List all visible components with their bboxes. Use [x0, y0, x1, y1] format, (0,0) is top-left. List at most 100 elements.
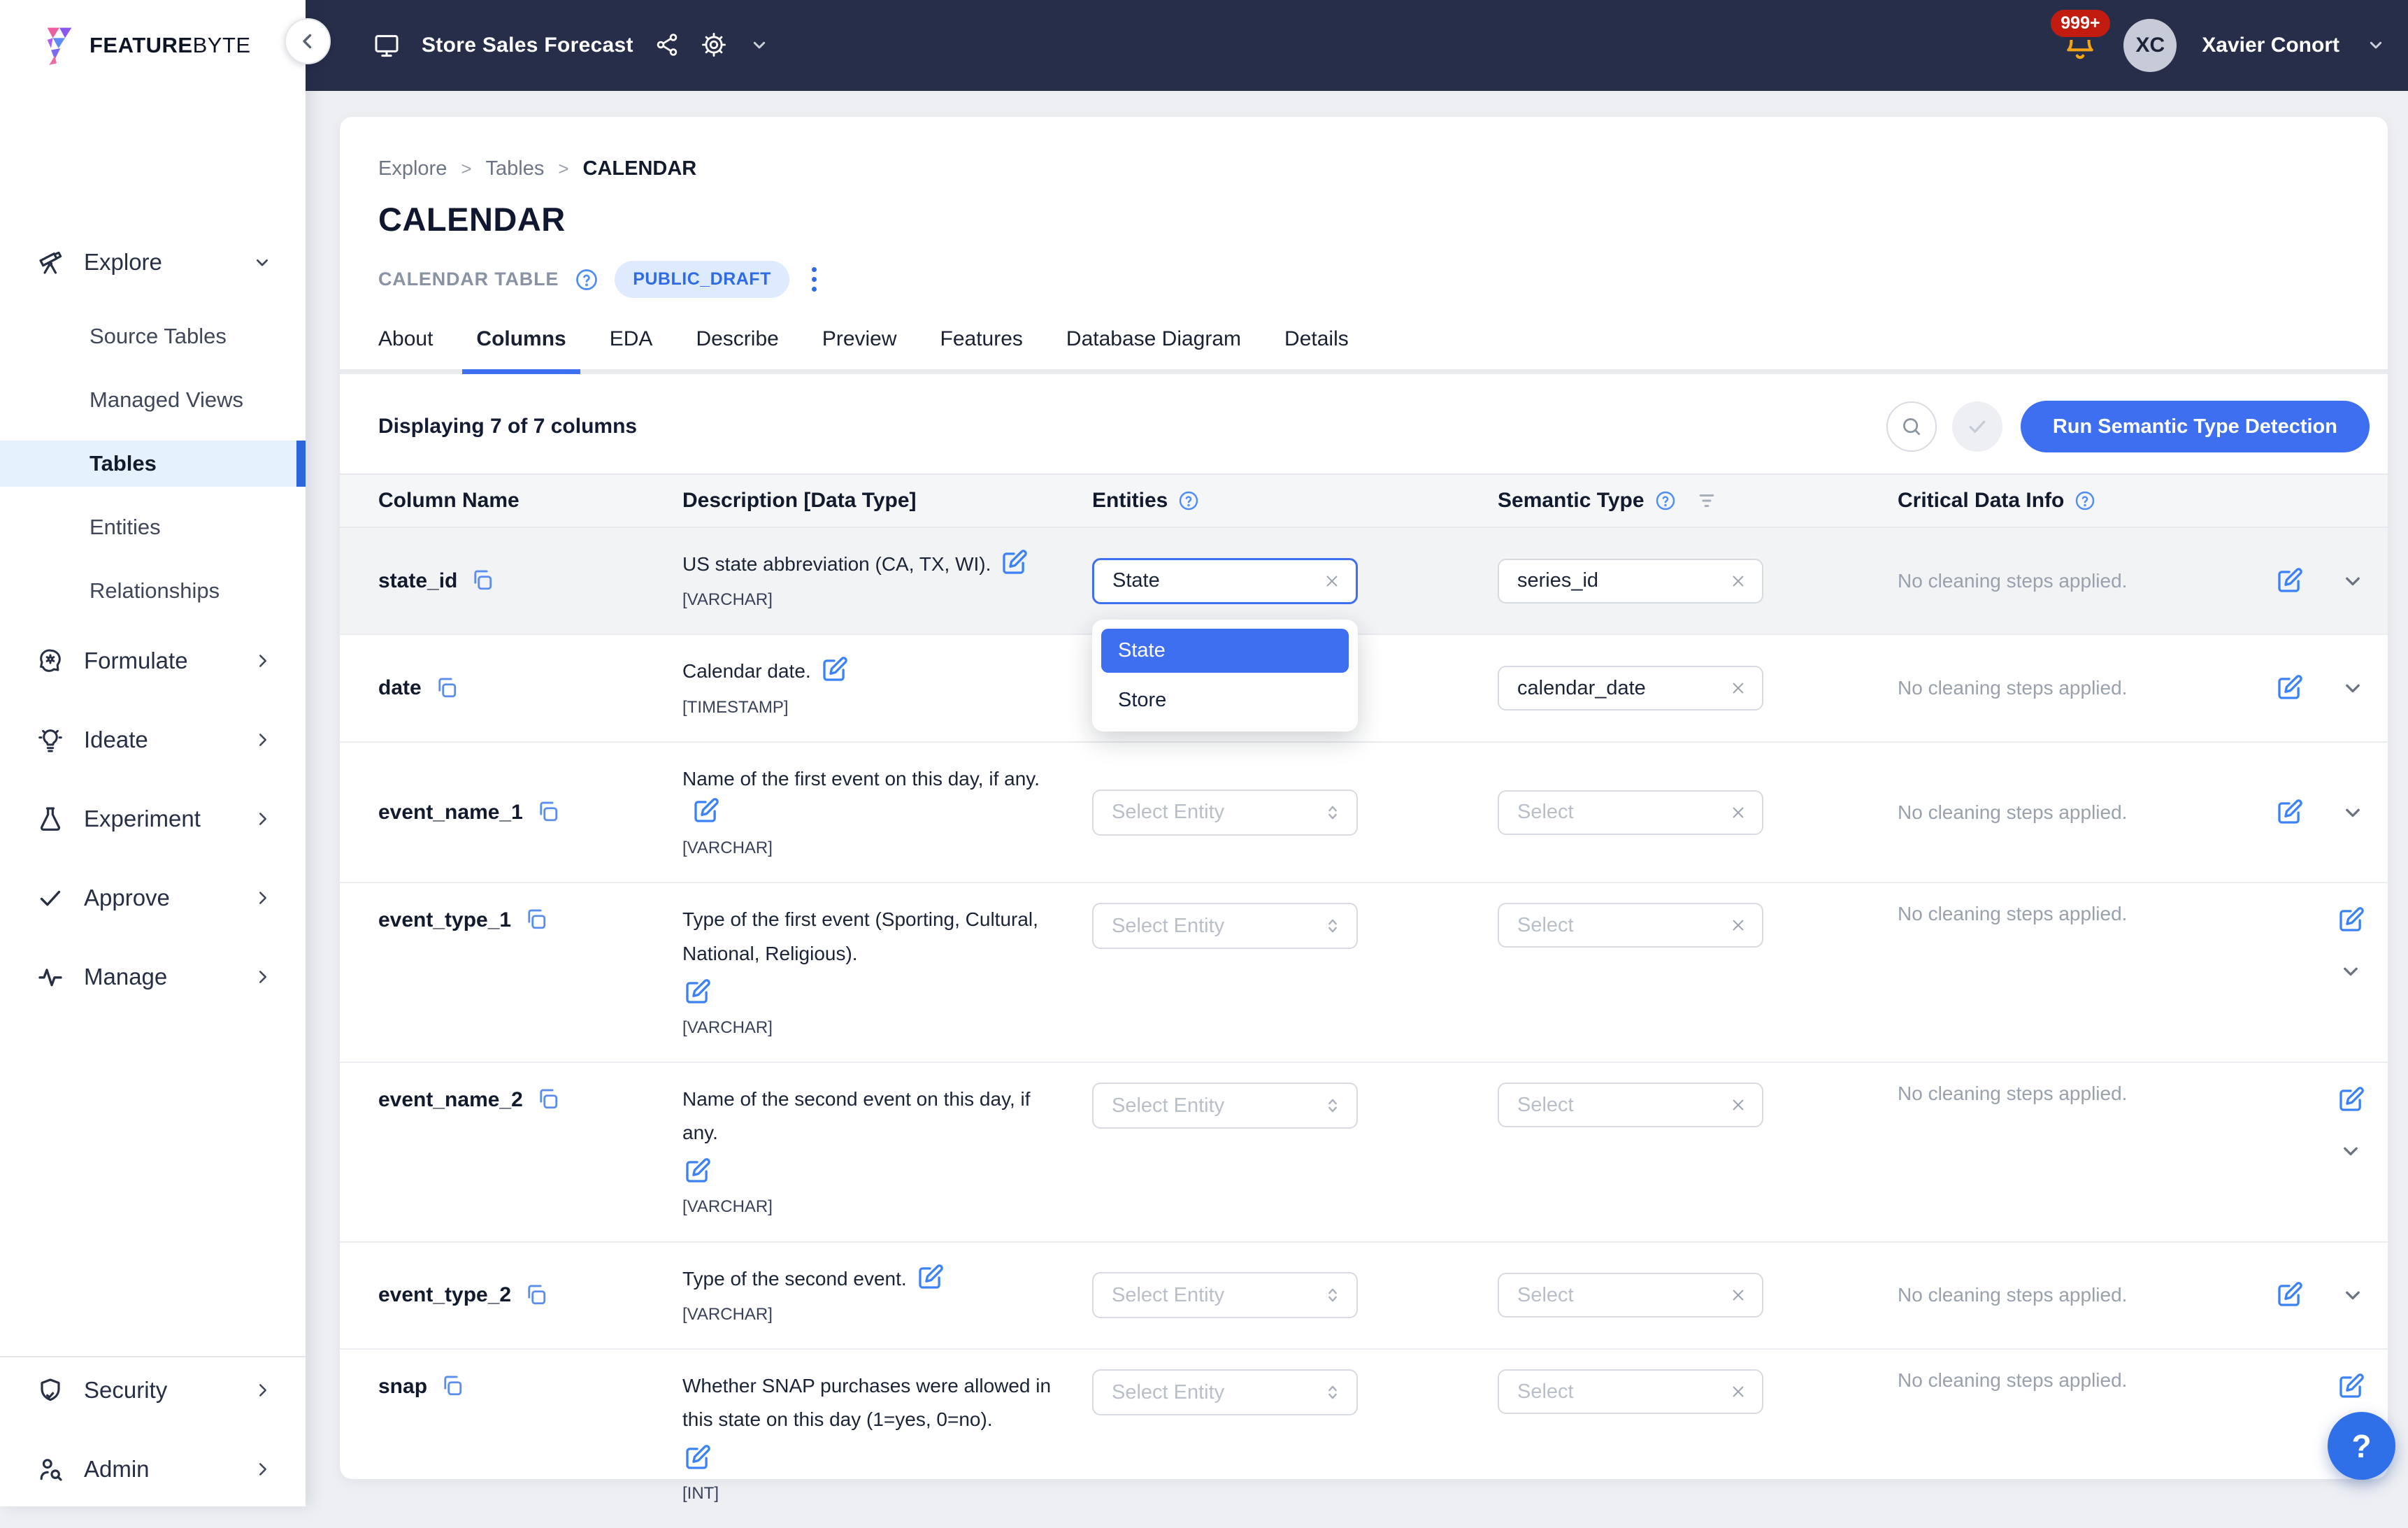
- semantic-type-select[interactable]: Select: [1498, 1083, 1763, 1127]
- entity-option-store[interactable]: Store: [1101, 678, 1349, 722]
- edit-critical-data-button[interactable]: [2274, 1280, 2304, 1310]
- breadcrumb-item[interactable]: Explore: [378, 157, 447, 180]
- edit-description-button[interactable]: [691, 797, 720, 828]
- sidebar-item-relationships[interactable]: Relationships: [0, 568, 306, 614]
- entity-select[interactable]: Select Entity: [1092, 1083, 1358, 1129]
- filter-icon[interactable]: [1696, 490, 1717, 511]
- select-spinner-icon[interactable]: [1323, 1380, 1342, 1404]
- tab-features[interactable]: Features: [926, 327, 1037, 369]
- entity-select[interactable]: Select Entity: [1092, 903, 1358, 949]
- user-menu-button[interactable]: [2365, 34, 2387, 58]
- tab-describe[interactable]: Describe: [682, 327, 792, 369]
- edit-description-button[interactable]: [819, 655, 849, 687]
- tab-about[interactable]: About: [364, 327, 447, 369]
- brand-logo[interactable]: FEATUREBYTE: [0, 0, 306, 91]
- clear-semantic-type-button[interactable]: [1728, 1285, 1748, 1305]
- semantic-type-select[interactable]: Select: [1498, 903, 1763, 948]
- help-circle-icon[interactable]: [1654, 490, 1677, 512]
- avatar[interactable]: XC: [2123, 19, 2177, 72]
- clear-semantic-type-button[interactable]: [1728, 803, 1748, 822]
- edit-critical-data-button[interactable]: [2274, 798, 2304, 827]
- table-actions-menu-button[interactable]: [805, 263, 824, 296]
- sidebar-item-tables[interactable]: Tables: [0, 441, 306, 487]
- clear-semantic-type-button[interactable]: [1728, 1382, 1748, 1401]
- semantic-type-select[interactable]: Select: [1498, 1369, 1763, 1414]
- expand-row-button[interactable]: [2340, 1283, 2365, 1308]
- entity-select[interactable]: Select Entity: [1092, 1272, 1358, 1318]
- semantic-type-select[interactable]: series_id: [1498, 559, 1763, 604]
- select-spinner-icon[interactable]: [1323, 801, 1342, 824]
- copy-column-name-button[interactable]: [470, 568, 494, 594]
- share-button[interactable]: [654, 32, 680, 59]
- edit-critical-data-button[interactable]: [2274, 566, 2304, 596]
- sidebar-item-formulate[interactable]: Formulate: [0, 635, 306, 687]
- edit-description-button[interactable]: [999, 548, 1029, 580]
- sidebar-item-ideate[interactable]: Ideate: [0, 714, 306, 766]
- expand-row-button[interactable]: [2340, 569, 2365, 594]
- run-semantic-type-detection-button[interactable]: Run Semantic Type Detection: [2021, 401, 2370, 452]
- expand-row-button[interactable]: [2338, 959, 2363, 984]
- breadcrumb-item[interactable]: Tables: [486, 157, 545, 180]
- entity-option-state[interactable]: State: [1101, 629, 1349, 673]
- tab-eda[interactable]: EDA: [596, 327, 667, 369]
- sidebar-item-entities[interactable]: Entities: [0, 504, 306, 550]
- notifications-button[interactable]: 999+: [2062, 27, 2098, 65]
- edit-description-button[interactable]: [682, 978, 712, 1009]
- sidebar-item-admin[interactable]: Admin: [0, 1443, 306, 1495]
- help-fab-button[interactable]: ?: [2328, 1412, 2395, 1480]
- copy-column-name-button[interactable]: [434, 676, 458, 701]
- edit-critical-data-button[interactable]: [2336, 1372, 2365, 1401]
- sidebar-item-security[interactable]: Security: [0, 1364, 306, 1416]
- apply-button[interactable]: [1952, 401, 2002, 452]
- select-spinner-icon[interactable]: [1323, 914, 1342, 938]
- edit-description-button[interactable]: [682, 1443, 712, 1475]
- clear-semantic-type-button[interactable]: [1728, 1095, 1748, 1115]
- help-circle-icon[interactable]: [574, 267, 599, 292]
- entity-select[interactable]: State: [1092, 558, 1358, 604]
- copy-column-name-button[interactable]: [536, 799, 559, 825]
- settings-button[interactable]: [701, 31, 727, 60]
- copy-column-name-button[interactable]: [524, 1283, 547, 1308]
- column-name-cell: event_type_1: [378, 907, 682, 933]
- edit-description-button[interactable]: [682, 1157, 712, 1188]
- tab-columns[interactable]: Columns: [462, 327, 580, 369]
- sidebar-item-explore[interactable]: Explore: [0, 236, 306, 288]
- sidebar-item-experiment[interactable]: Experiment: [0, 793, 306, 845]
- select-spinner-icon[interactable]: [1323, 1094, 1342, 1118]
- help-circle-icon[interactable]: [2074, 490, 2096, 512]
- semantic-type-select[interactable]: calendar_date: [1498, 666, 1763, 711]
- edit-critical-data-button[interactable]: [2336, 1085, 2365, 1115]
- copy-column-name-button[interactable]: [440, 1373, 464, 1399]
- entity-select[interactable]: Select Entity: [1092, 790, 1358, 836]
- clear-entity-button[interactable]: [1322, 571, 1342, 591]
- tab-database-diagram[interactable]: Database Diagram: [1052, 327, 1255, 369]
- edit-description-button[interactable]: [915, 1263, 945, 1294]
- copy-column-name-button[interactable]: [536, 1087, 559, 1113]
- edit-critical-data-button[interactable]: [2274, 673, 2304, 703]
- workspace-menu-button[interactable]: [748, 34, 771, 58]
- sidebar-item-managed-views[interactable]: Managed Views: [0, 377, 306, 423]
- edit-critical-data-button[interactable]: [2336, 906, 2365, 935]
- search-button[interactable]: [1886, 401, 1937, 452]
- entity-select[interactable]: Select Entity: [1092, 1369, 1358, 1415]
- select-spinner-icon[interactable]: [1323, 1283, 1342, 1307]
- breadcrumb-item[interactable]: CALENDAR: [583, 157, 697, 180]
- semantic-type-select[interactable]: Select: [1498, 790, 1763, 835]
- expand-row-button[interactable]: [2340, 800, 2365, 825]
- sidebar-collapse-button[interactable]: [285, 18, 331, 64]
- tab-preview[interactable]: Preview: [808, 327, 911, 369]
- expand-row-button[interactable]: [2338, 1138, 2363, 1164]
- expand-row-button[interactable]: [2340, 676, 2365, 701]
- semantic-type-select[interactable]: Select: [1498, 1273, 1763, 1318]
- clear-semantic-type-button[interactable]: [1728, 571, 1748, 591]
- clear-semantic-type-button[interactable]: [1728, 678, 1748, 698]
- entity-placeholder: Select Entity: [1112, 801, 1224, 824]
- help-circle-icon[interactable]: [1177, 490, 1200, 512]
- copy-column-name-button[interactable]: [524, 907, 547, 933]
- sidebar-item-manage[interactable]: Manage: [0, 951, 306, 1003]
- activity-icon: [36, 963, 64, 991]
- sidebar-item-source-tables[interactable]: Source Tables: [0, 313, 306, 359]
- sidebar-item-approve[interactable]: Approve: [0, 872, 306, 924]
- clear-semantic-type-button[interactable]: [1728, 915, 1748, 935]
- tab-details[interactable]: Details: [1270, 327, 1363, 369]
